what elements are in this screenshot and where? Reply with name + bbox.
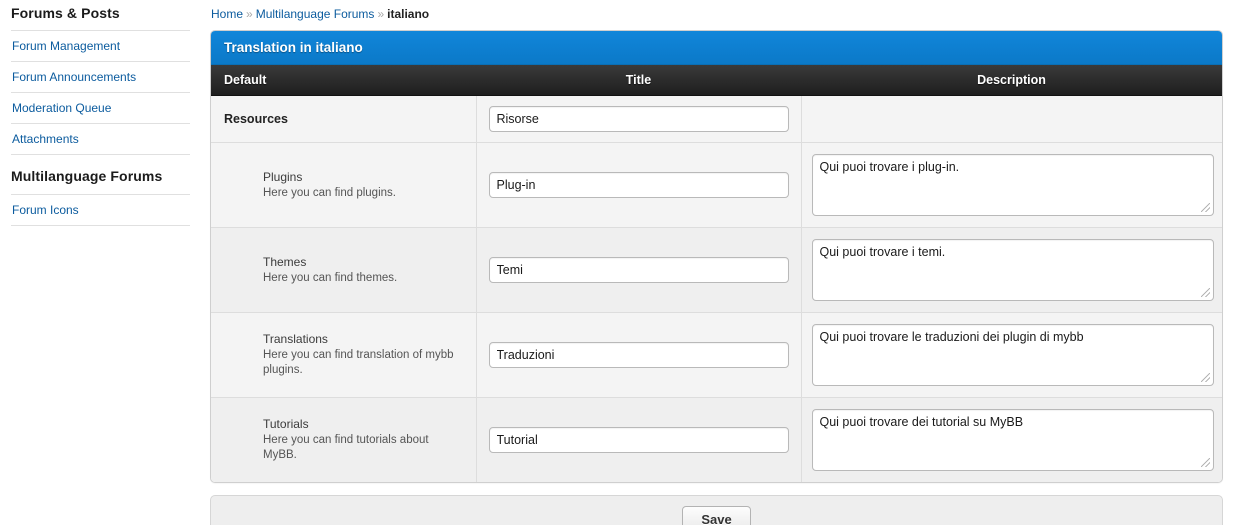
sidebar-group-title-multilanguage-forums: Multilanguage Forums (11, 155, 190, 195)
item-description-tutorials: Here you can find tutorials about MyBB. (263, 434, 429, 461)
cell-title-plugins (476, 142, 802, 228)
sidebar-item-forum-management[interactable]: Forum Management (11, 31, 190, 62)
table-row: Translations Here you can find translati… (211, 312, 1222, 398)
item-name-themes: Themes (263, 254, 307, 269)
title-input-themes[interactable] (488, 257, 789, 283)
column-header-description: Description (801, 65, 1222, 96)
breadcrumb-link-multilanguage-forums[interactable]: Multilanguage Forums (256, 7, 375, 21)
cell-default-resources: Resources (211, 95, 477, 143)
cell-description-translations: Qui puoi trovare le traduzioni dei plugi… (801, 312, 1222, 398)
sidebar-item-forum-announcements[interactable]: Forum Announcements (11, 62, 190, 93)
form-footer-bar: Save (210, 495, 1223, 525)
table-head: Default Title Description (211, 65, 1222, 96)
cell-description-resources (801, 95, 1222, 143)
panel-title: Translation in italiano (211, 31, 1222, 65)
item-name-tutorials: Tutorials (263, 417, 309, 431)
description-textarea-tutorials[interactable]: Qui puoi trovare dei tutorial su MyBB (811, 409, 1214, 471)
page-root: Forums & Posts Forum Management Forum An… (0, 0, 1238, 525)
table-row: Themes Here you can find themes. Qui pu (211, 227, 1222, 313)
sidebar: Forums & Posts Forum Management Forum An… (0, 0, 190, 226)
title-input-tutorials[interactable] (488, 427, 789, 453)
table-row: Tutorials Here you can find tutorials ab… (211, 397, 1222, 482)
description-textarea-plugins[interactable]: Qui puoi trovare i plug-in. (811, 154, 1214, 216)
breadcrumb-separator-icon: » (377, 7, 385, 21)
column-header-default: Default (211, 65, 476, 96)
cell-title-resources (476, 95, 802, 143)
sidebar-item-forum-icons[interactable]: Forum Icons (11, 195, 190, 226)
table-row: Plugins Here you can find plugins. Qui (211, 142, 1222, 228)
item-description-themes: Here you can find themes. (263, 271, 398, 284)
cell-description-tutorials: Qui puoi trovare dei tutorial su MyBB (801, 397, 1222, 482)
cell-title-themes (476, 227, 802, 313)
save-button[interactable]: Save (682, 506, 751, 525)
title-input-resources[interactable] (488, 106, 789, 132)
cell-default-plugins: Plugins Here you can find plugins. (211, 142, 477, 228)
cell-title-tutorials (476, 397, 802, 482)
table-header-row: Default Title Description (211, 65, 1222, 96)
sidebar-item-attachments[interactable]: Attachments (11, 124, 190, 155)
item-description-translations: Here you can find translation of mybb pl… (263, 349, 454, 376)
cell-default-translations: Translations Here you can find translati… (211, 312, 477, 398)
description-textarea-translations[interactable]: Qui puoi trovare le traduzioni dei plugi… (811, 324, 1214, 386)
cell-description-themes: Qui puoi trovare i temi. (801, 227, 1222, 313)
breadcrumb: Home» Multilanguage Forums» italiano (210, 0, 1224, 30)
breadcrumb-link-home[interactable]: Home (211, 7, 243, 21)
translation-table: Default Title Description Resources Riso… (211, 65, 1222, 482)
description-textarea-themes[interactable]: Qui puoi trovare i temi. (811, 239, 1214, 301)
table-row-resources-group: Resources (211, 95, 1222, 143)
title-input-plugins[interactable] (488, 172, 789, 198)
cell-default-tutorials: Tutorials Here you can find tutorials ab… (211, 397, 477, 482)
breadcrumb-separator-icon: » (246, 7, 253, 21)
table-body: Resources Plugins (211, 95, 1222, 482)
cell-title-translations (476, 312, 802, 398)
sidebar-group-title-forums-posts: Forums & Posts (11, 0, 190, 31)
group-label-resources: Resources (224, 112, 288, 126)
main-content: Home» Multilanguage Forums» italiano Trans… (210, 0, 1224, 525)
cell-description-plugins: Qui puoi trovare i plug-in. (801, 142, 1222, 228)
column-header-title: Title (476, 65, 801, 96)
item-name-translations: Translations (263, 332, 328, 346)
item-name-plugins: Plugins (263, 169, 303, 184)
translation-panel: Translation in italiano Default Title De… (210, 30, 1223, 483)
breadcrumb-current: italiano (387, 7, 430, 21)
sidebar-item-moderation-queue[interactable]: Moderation Queue (11, 93, 190, 124)
item-description-plugins: Here you can find plugins. (263, 186, 396, 199)
title-input-translations[interactable] (488, 342, 789, 368)
cell-default-themes: Themes Here you can find themes. (211, 227, 477, 313)
